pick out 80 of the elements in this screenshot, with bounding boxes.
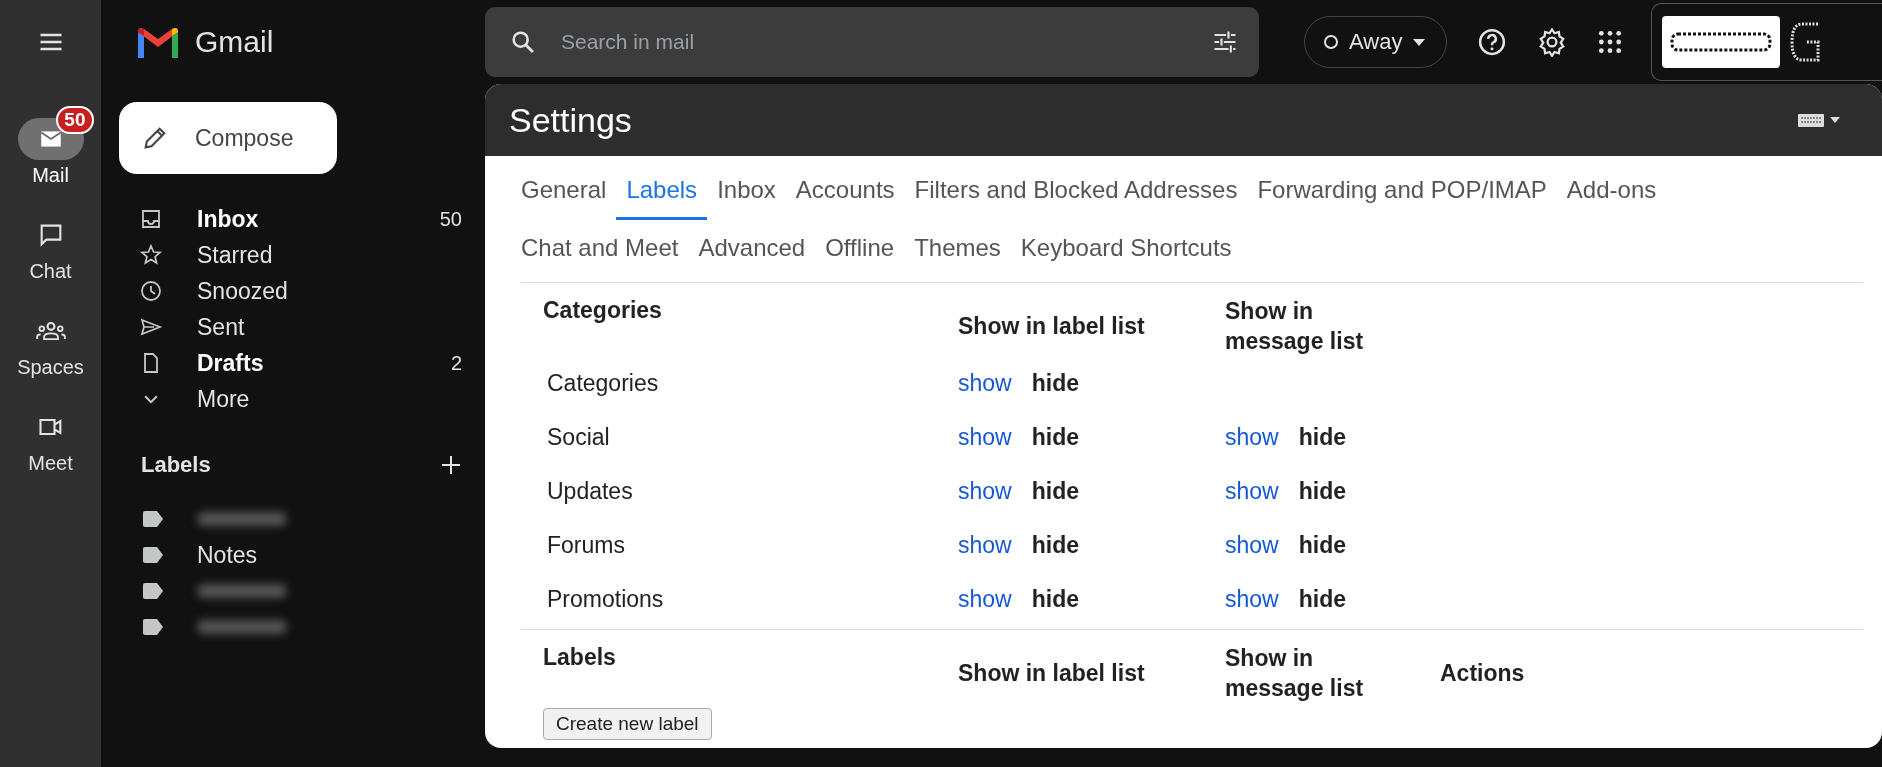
folder-item[interactable]: Drafts 2 [119, 345, 480, 381]
settings-tab[interactable]: Themes [904, 220, 1011, 278]
category-name: Promotions [546, 585, 665, 615]
section-heading: Labels [543, 642, 617, 671]
current-option: hide [1298, 586, 1346, 614]
option-link[interactable]: show [958, 586, 1012, 614]
category-name: Categories [546, 369, 660, 399]
caret-icon [1412, 37, 1427, 47]
folder-item[interactable]: Sent [119, 309, 480, 345]
option-link[interactable]: show [958, 370, 1012, 398]
folder-item[interactable]: Starred [119, 237, 480, 273]
current-option: hide [1031, 478, 1079, 506]
label-icon [141, 546, 165, 564]
apps-grid-icon[interactable] [1597, 29, 1624, 55]
app-name: Gmail [195, 25, 274, 59]
current-option: hide [1031, 370, 1079, 398]
folder-item[interactable]: Inbox 50 [119, 201, 480, 237]
rail-label: Chat [29, 260, 72, 283]
rail-label: Meet [28, 452, 73, 475]
category-name: Updates [546, 477, 634, 507]
column-header: Show in message list [1225, 643, 1365, 703]
star-icon [139, 243, 163, 267]
option-link[interactable]: show [1225, 586, 1279, 614]
inbox-icon [139, 207, 163, 231]
column-header: Show in label list [958, 311, 1146, 341]
option-link[interactable]: show [958, 532, 1012, 560]
label-icon [141, 582, 165, 600]
clock-icon [139, 279, 163, 303]
category-name: Social [546, 423, 611, 453]
settings-tab[interactable]: Chat and Meet [511, 220, 689, 278]
account-switcher[interactable] [1651, 3, 1882, 81]
column-header: Show in message list [1225, 297, 1365, 356]
folder-count: 50 [439, 207, 462, 231]
option-link[interactable]: show [1225, 424, 1279, 452]
settings-tab[interactable]: Accounts [785, 162, 905, 220]
settings-tab[interactable]: Advanced [688, 220, 816, 278]
settings-tab[interactable]: General [511, 162, 617, 220]
column-header: Actions [1440, 658, 1526, 688]
label-icon [141, 510, 165, 528]
organization-logo-icon [1662, 16, 1781, 68]
folder-item[interactable]: Snoozed [119, 273, 480, 309]
search-field[interactable]: Search in mail [559, 29, 1189, 55]
settings-icon[interactable] [1537, 27, 1568, 57]
current-option: hide [1031, 532, 1079, 560]
column-header: Show in label list [958, 658, 1146, 688]
search-box[interactable]: Search in mail [485, 7, 1259, 77]
settings-title: Settings [509, 100, 632, 140]
plus-icon[interactable] [440, 454, 462, 476]
option-link[interactable]: show [958, 478, 1012, 506]
settings-tab[interactable]: Inbox [707, 162, 786, 220]
current-option: hide [1031, 424, 1079, 452]
chevron-down-icon [144, 394, 158, 404]
current-option: hide [1298, 424, 1346, 452]
current-option: hide [1031, 586, 1079, 614]
rail-label: Spaces [17, 356, 84, 379]
compose-button[interactable]: Compose [119, 102, 337, 174]
rail-label: Mail [32, 164, 69, 187]
status-circle-icon [1323, 34, 1339, 50]
pencil-icon [141, 124, 169, 152]
folder-count: 2 [450, 351, 462, 375]
label-item[interactable]: Notes [197, 541, 258, 569]
settings-tab[interactable]: Filters and Blocked Addresses [904, 162, 1248, 220]
option-link[interactable]: show [958, 424, 1012, 452]
label-icon [141, 618, 165, 636]
section-heading: Categories [543, 296, 663, 324]
current-option: hide [1298, 532, 1346, 560]
unread-count-badge: 50 [56, 106, 94, 134]
option-link[interactable]: show [1225, 478, 1279, 506]
help-icon[interactable] [1477, 27, 1508, 57]
labels-heading: Labels [141, 452, 211, 478]
create-label-button[interactable]: Create new label [543, 707, 712, 740]
settings-tab[interactable]: Add-ons [1556, 162, 1667, 220]
settings-tab[interactable]: Offline [815, 220, 905, 278]
settings-tab[interactable]: Keyboard Shortcuts [1010, 220, 1242, 278]
current-option: hide [1298, 478, 1346, 506]
settings-tab[interactable]: Forwarding and POP/IMAP [1247, 162, 1557, 220]
option-link[interactable]: show [1225, 532, 1279, 560]
settings-tab[interactable]: Labels [616, 162, 708, 220]
category-name: Forums [546, 531, 626, 561]
folder-item[interactable]: More [119, 381, 480, 417]
